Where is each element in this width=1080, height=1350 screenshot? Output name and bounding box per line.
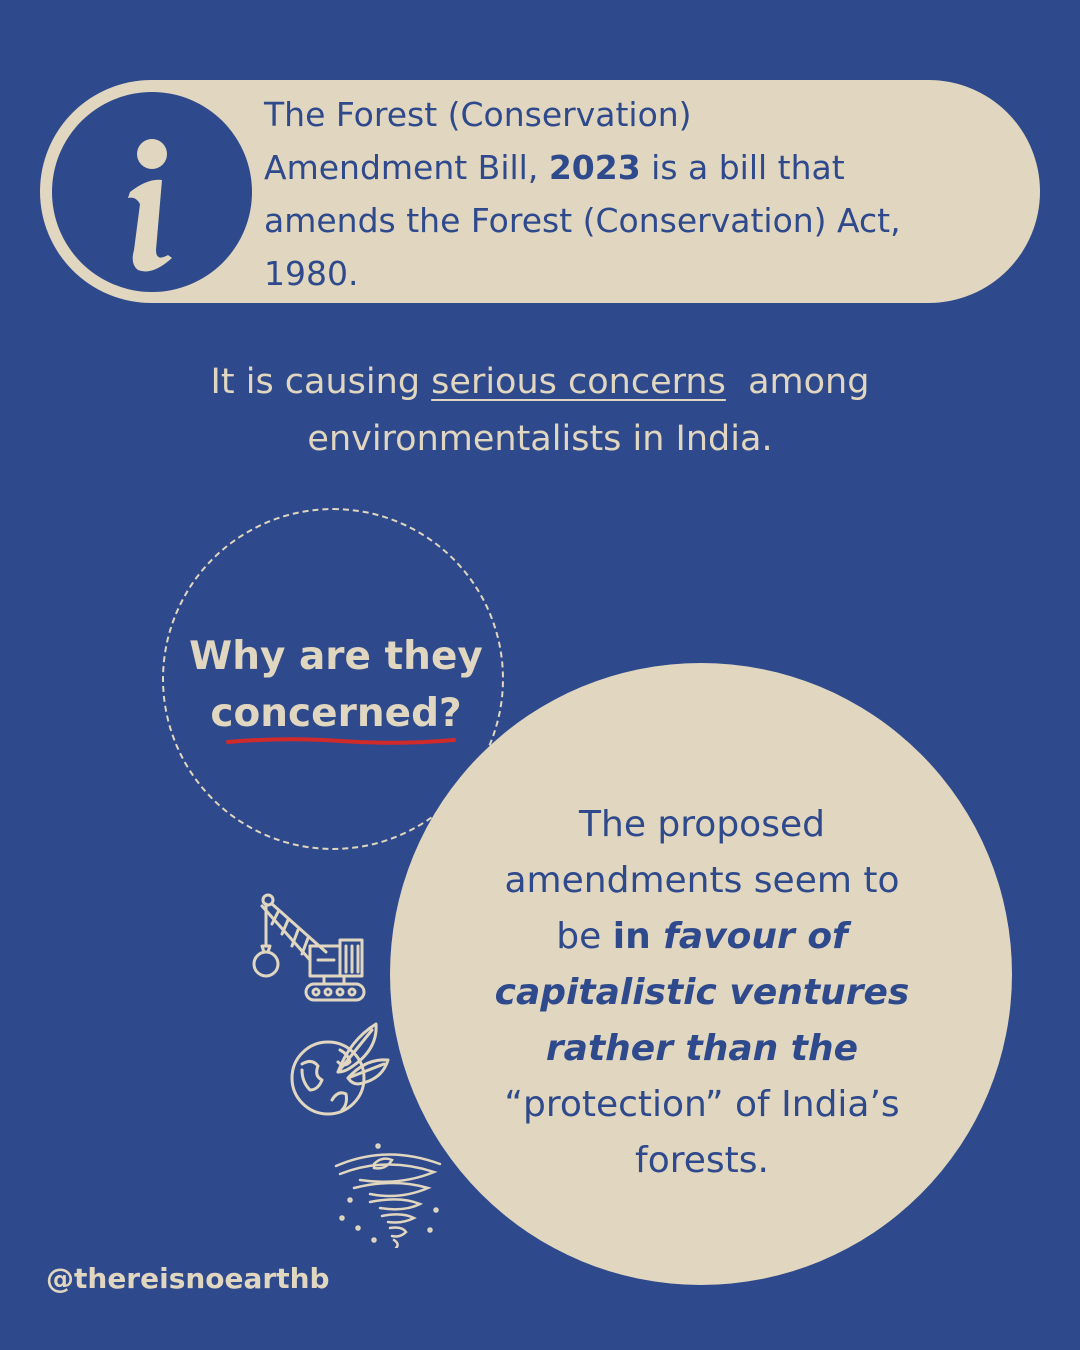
concern-line-1: It is causing serious concerns among — [0, 354, 1080, 411]
info-text: The Forest (Conservation) Amendment Bill… — [264, 88, 1024, 300]
answer-line-7: forests. — [635, 1140, 769, 1181]
info-line-2: Amendment Bill, 2023 is a bill that — [264, 141, 1024, 194]
answer-line-5: rather than the — [545, 1028, 859, 1069]
concern-pre: It is causing — [210, 362, 432, 402]
concern-line-2: environmentalists in India. — [307, 419, 773, 459]
answer-line-2: amendments seem to — [504, 860, 900, 901]
answer-line-3-bold: in — [612, 916, 664, 957]
answer-line-3-start: be — [556, 916, 613, 957]
info-icon — [52, 92, 252, 292]
answer-line-6: “protection” of India’s — [504, 1084, 900, 1125]
answer-line-3: be in favour of — [432, 909, 972, 965]
crane-wrecking-ball-icon — [252, 893, 366, 1002]
answer-line-3-italic: favour of — [663, 916, 848, 957]
earth-leaves-icon — [290, 1022, 390, 1116]
question-heading: Why are they concerned? — [150, 628, 522, 742]
answer-text: The proposed amendments seem to be in fa… — [432, 797, 972, 1189]
social-handle[interactable]: @thereisnoearthb — [46, 1262, 330, 1296]
red-underline — [226, 737, 456, 745]
concern-post: among — [725, 362, 870, 402]
concern-statement: It is causing serious concerns among env… — [0, 354, 1080, 468]
info-line-1: The Forest (Conservation) — [264, 95, 692, 134]
info-line-2-end: is a bill that — [640, 148, 845, 187]
info-year: 2023 — [548, 148, 641, 187]
concern-underlined: serious concerns — [431, 362, 726, 402]
info-line-4: 1980. — [264, 254, 359, 293]
tornado-icon — [334, 1143, 442, 1248]
answer-line-1: The proposed — [579, 804, 825, 845]
question-line-1: Why are they — [189, 634, 483, 679]
answer-line-4: capitalistic ventures — [494, 972, 910, 1013]
info-line-3: amends the Forest (Conservation) Act, — [264, 201, 901, 240]
info-line-2-start: Amendment Bill, — [264, 148, 549, 187]
